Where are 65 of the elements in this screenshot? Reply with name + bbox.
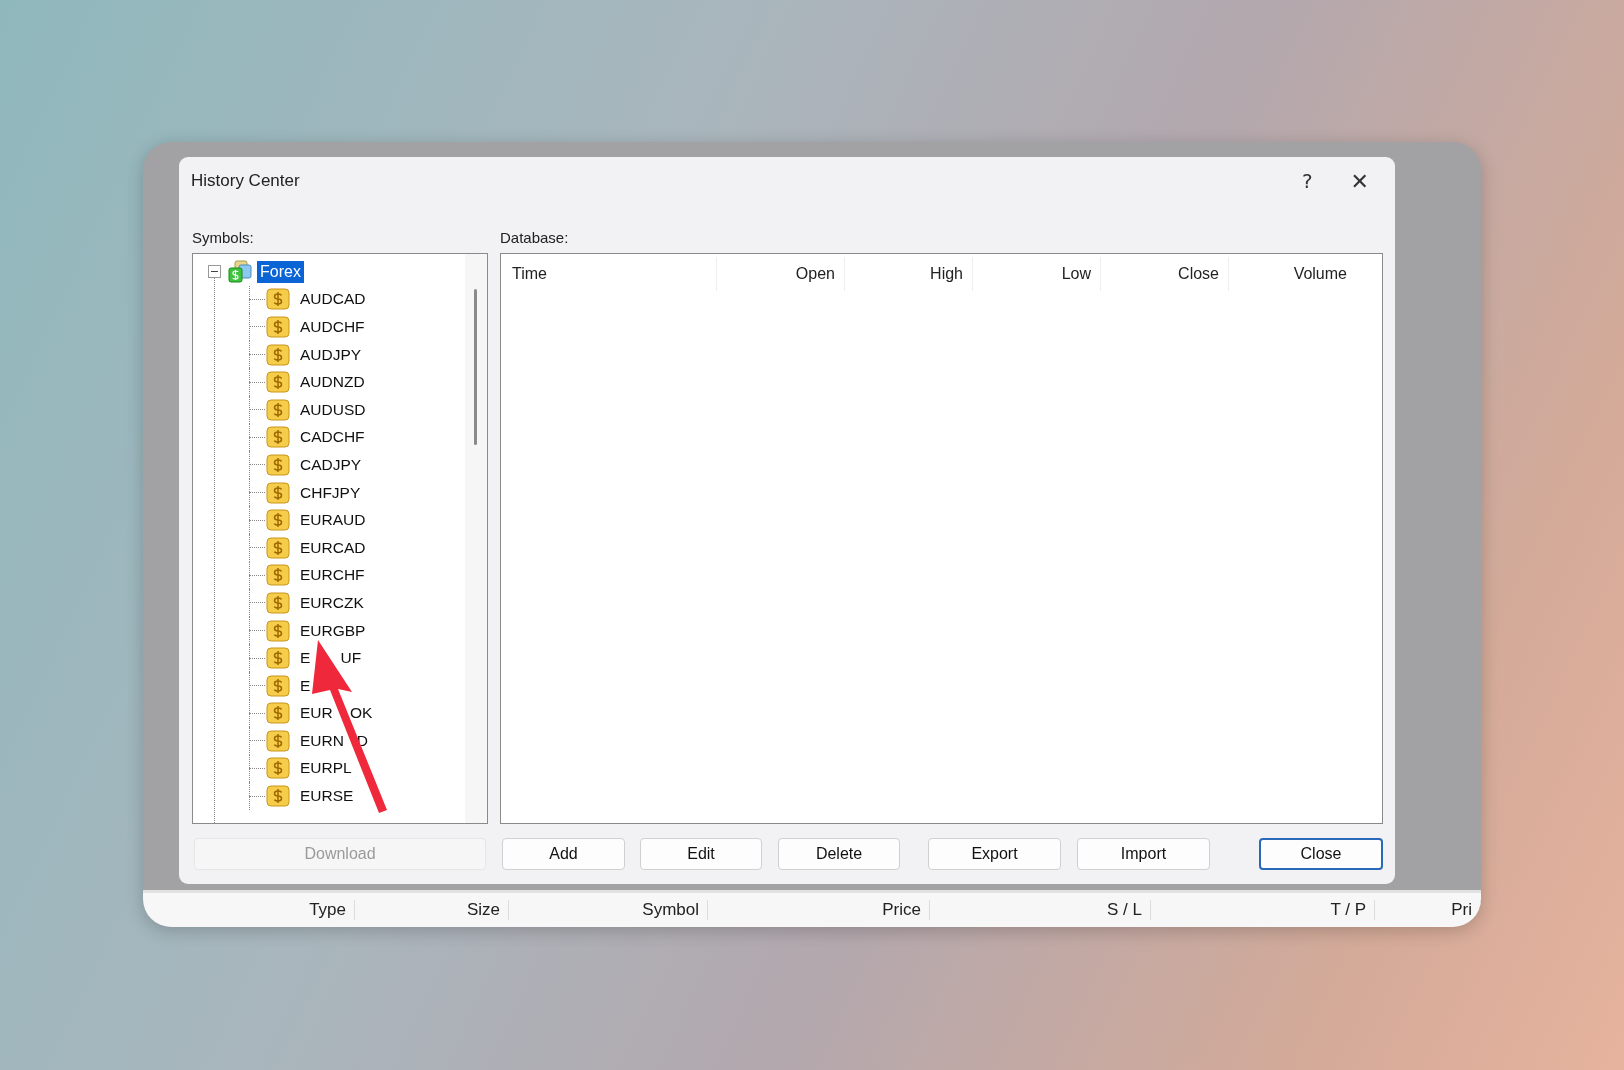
dollar-icon bbox=[266, 481, 290, 504]
collapse-toggle[interactable] bbox=[208, 265, 221, 279]
dollar-icon bbox=[266, 288, 290, 311]
column-header[interactable]: Low bbox=[972, 257, 1100, 291]
dollar-icon bbox=[266, 757, 290, 780]
dialog-button[interactable]: Delete bbox=[778, 838, 900, 870]
column-header[interactable]: Price bbox=[708, 900, 930, 921]
dollar-icon bbox=[266, 591, 290, 614]
dollar-icon bbox=[266, 647, 290, 670]
dollar-icon bbox=[266, 619, 290, 642]
help-button[interactable]: ? bbox=[1293, 168, 1321, 194]
dollar-icon bbox=[266, 398, 290, 421]
column-header[interactable]: Open bbox=[716, 257, 844, 291]
column-header[interactable]: Size bbox=[355, 900, 509, 921]
column-header[interactable]: Time bbox=[504, 257, 716, 291]
dollar-icon bbox=[266, 316, 290, 338]
tree-item[interactable]: EURCAD bbox=[298, 537, 368, 558]
tree-item[interactable]: AUDJPY bbox=[298, 344, 364, 365]
dialog-button[interactable]: Export bbox=[928, 838, 1061, 870]
column-header[interactable]: S / L bbox=[930, 900, 1151, 921]
column-header[interactable]: Volume bbox=[1228, 257, 1356, 291]
dollar-icon bbox=[266, 674, 290, 697]
tree-item[interactable]: EURCZK bbox=[298, 592, 366, 613]
tree-item[interactable]: EURAUD bbox=[298, 510, 368, 531]
tree-item[interactable]: EURCHF bbox=[298, 565, 367, 586]
tree-item[interactable]: AUDNZD bbox=[298, 372, 367, 393]
dollar-icon bbox=[266, 702, 290, 725]
folder-coins-icon bbox=[227, 259, 253, 284]
column-header[interactable]: Symbol bbox=[509, 900, 708, 921]
dollar-icon bbox=[266, 536, 290, 559]
column-header[interactable]: T / P bbox=[1151, 900, 1375, 921]
dialog-button[interactable]: Edit bbox=[640, 838, 762, 870]
dollar-icon bbox=[266, 453, 290, 476]
column-header[interactable]: Pri bbox=[1375, 900, 1481, 921]
tree-item[interactable]: CADJPY bbox=[298, 454, 364, 475]
database-label: Database: bbox=[500, 229, 570, 248]
tree-item[interactable]: AUDUSD bbox=[298, 399, 368, 420]
tree-item[interactable]: Forex bbox=[257, 260, 304, 283]
dollar-icon bbox=[266, 729, 290, 752]
dollar-icon bbox=[266, 564, 290, 587]
tree-item[interactable]: CHFJPY bbox=[298, 482, 363, 503]
dialog-button[interactable]: Add bbox=[502, 838, 625, 870]
tree-item[interactable]: CADCHF bbox=[298, 427, 367, 448]
close-button[interactable]: ✕ bbox=[1342, 168, 1377, 194]
dollar-icon bbox=[266, 785, 290, 808]
dialog-button[interactable]: Close bbox=[1259, 838, 1383, 870]
tree-item[interactable]: E bbox=[298, 675, 313, 696]
tree-item[interactable]: E UF bbox=[298, 648, 364, 669]
dollar-icon bbox=[266, 509, 290, 532]
dollar-icon bbox=[266, 426, 290, 449]
tree-item[interactable]: EUR OK bbox=[298, 703, 375, 724]
scrollbar[interactable] bbox=[465, 254, 487, 823]
column-header[interactable]: Type bbox=[143, 900, 355, 921]
window-title: History Center bbox=[191, 171, 300, 191]
scrollbar-thumb[interactable] bbox=[474, 289, 477, 445]
dialog-button[interactable]: Import bbox=[1077, 838, 1210, 870]
tree-item[interactable]: EURPL bbox=[298, 758, 354, 779]
dollar-icon bbox=[266, 371, 290, 394]
column-header[interactable]: Close bbox=[1100, 257, 1228, 291]
dollar-icon bbox=[266, 343, 290, 366]
tree-item[interactable]: EURSE bbox=[298, 786, 356, 807]
tree-item[interactable]: AUDCAD bbox=[298, 289, 368, 310]
tree-item[interactable]: AUDCHF bbox=[298, 317, 367, 337]
symbols-label: Symbols: bbox=[192, 229, 255, 248]
column-header[interactable]: High bbox=[844, 257, 972, 291]
